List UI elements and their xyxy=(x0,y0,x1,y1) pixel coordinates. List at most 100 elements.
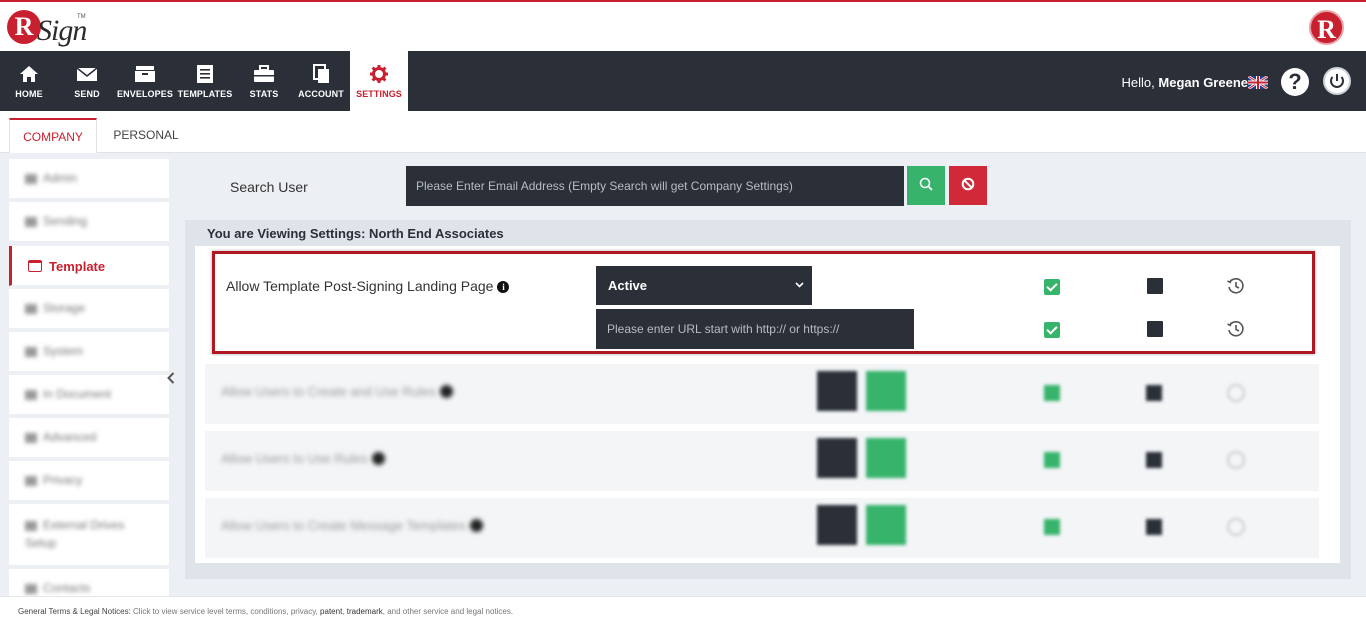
brand-bar: R Sign TM R xyxy=(0,0,1366,51)
page-body: Admin Sending Template Storage System In… xyxy=(0,153,1366,596)
calendar-icon xyxy=(28,260,42,272)
envelope-icon xyxy=(76,67,98,81)
history-icon[interactable] xyxy=(1227,451,1245,469)
uk-flag-icon[interactable] xyxy=(1248,76,1268,89)
url-override-checkbox[interactable] xyxy=(1044,322,1060,338)
settings-panel: You are Viewing Settings: North End Asso… xyxy=(185,220,1351,579)
sidebar-item-label: Admin xyxy=(25,171,77,185)
toggle-off-button[interactable] xyxy=(817,505,857,545)
sidebar-item-storage[interactable]: Storage xyxy=(9,289,169,329)
setting-label: Allow Template Post-Signing Landing Page… xyxy=(226,278,510,294)
setting-row-post-signing-landing-page: Allow Template Post-Signing Landing Page… xyxy=(212,251,1315,354)
clear-search-button[interactable] xyxy=(949,166,987,205)
setting-label: Allow Users to Create Message Templates xyxy=(221,518,483,533)
history-icon[interactable] xyxy=(1226,319,1246,339)
override-checkbox[interactable] xyxy=(1044,385,1060,401)
user-name[interactable]: Megan Greene xyxy=(1158,75,1248,90)
sidebar-item-template[interactable]: Template xyxy=(9,246,169,286)
status-select[interactable]: Active xyxy=(596,266,812,305)
rsign-logo[interactable]: R Sign TM xyxy=(7,8,87,50)
logo-r-mark: R xyxy=(7,10,41,44)
sidebar-item-label: Contacts xyxy=(25,581,90,595)
tab-company[interactable]: COMPANY xyxy=(9,118,97,153)
nav-account-label: ACCOUNT xyxy=(298,89,344,99)
setting-row-blurred: Allow Users to Create Message Templates xyxy=(205,498,1319,558)
nav-settings-label: SETTINGS xyxy=(356,89,402,99)
override-checkbox[interactable] xyxy=(1044,519,1060,535)
lock-checkbox[interactable] xyxy=(1147,278,1163,294)
footer: General Terms & Legal Notices: Click to … xyxy=(0,596,1366,625)
nav-home[interactable]: HOME xyxy=(8,51,50,111)
greeting-hello: Hello, xyxy=(1121,75,1155,90)
url-lock-checkbox[interactable] xyxy=(1147,321,1163,337)
lock-checkbox[interactable] xyxy=(1146,519,1162,535)
sidebar-item-in-document[interactable]: In Document xyxy=(9,375,169,415)
main-nav: HOME SEND ENVELOPES TEMPLATES STATS ACCO… xyxy=(0,51,1366,111)
help-icon[interactable]: ? xyxy=(1281,68,1309,96)
trademark-link[interactable]: trademark xyxy=(347,607,383,616)
sidebar-item-external-drives[interactable]: External Drives Setup xyxy=(9,504,169,566)
sidebar-item-privacy[interactable]: Privacy xyxy=(9,461,169,501)
sidebar-item-label: Sending xyxy=(25,214,87,228)
nav-stats-label: STATS xyxy=(249,89,279,99)
settings-tabs: COMPANY PERSONAL xyxy=(0,111,1366,153)
settings-sidebar: Admin Sending Template Storage System In… xyxy=(9,159,169,596)
templates-icon xyxy=(197,65,213,83)
landing-url-input[interactable] xyxy=(596,309,914,349)
sidebar-item-advanced[interactable]: Advanced xyxy=(9,418,169,458)
nav-templates[interactable]: TEMPLATES xyxy=(176,51,234,111)
settings-list: Allow Template Post-Signing Landing Page… xyxy=(195,246,1340,563)
search-user-label: Search User xyxy=(230,179,308,195)
viewing-settings-heading: You are Viewing Settings: North End Asso… xyxy=(207,226,504,241)
tab-personal[interactable]: PERSONAL xyxy=(107,118,185,153)
logo-tm: TM xyxy=(77,14,86,20)
setting-label-text: Allow Template Post-Signing Landing Page xyxy=(226,278,494,294)
nav-envelopes[interactable]: ENVELOPES xyxy=(116,51,174,111)
nav-account[interactable]: ACCOUNT xyxy=(296,51,346,111)
greeting: Hello, Megan Greene xyxy=(1122,75,1248,90)
lock-checkbox[interactable] xyxy=(1146,452,1162,468)
sidebar-item-system[interactable]: System xyxy=(9,332,169,372)
search-button[interactable] xyxy=(907,166,945,205)
patent-link[interactable]: patent xyxy=(320,607,342,616)
logout-power-icon[interactable] xyxy=(1323,67,1351,95)
home-icon xyxy=(20,66,38,82)
nav-stats[interactable]: STATS xyxy=(244,51,284,111)
nav-send[interactable]: SEND xyxy=(66,51,108,111)
history-icon[interactable] xyxy=(1227,518,1245,536)
sidebar-item-label: System xyxy=(25,344,83,358)
toggle-off-button[interactable] xyxy=(817,438,857,478)
nav-send-label: SEND xyxy=(74,89,100,99)
info-icon[interactable]: i xyxy=(497,281,510,293)
footer-title: General Terms & Legal Notices: xyxy=(18,607,131,616)
collapse-sidebar-chevron-icon[interactable] xyxy=(167,371,175,387)
sidebar-item-label: External Drives Setup xyxy=(25,518,125,550)
override-checkbox[interactable] xyxy=(1044,452,1060,468)
footer-text: Click to view service level terms, condi… xyxy=(130,607,321,616)
sidebar-item-label: Storage xyxy=(25,301,85,315)
sidebar-item-label: Advanced xyxy=(25,430,96,444)
search-icon xyxy=(919,177,933,191)
sidebar-item-contacts[interactable]: Contacts xyxy=(9,569,169,596)
history-icon[interactable] xyxy=(1226,276,1246,296)
setting-label: Allow Users to Use Rules xyxy=(221,451,385,466)
nav-home-label: HOME xyxy=(15,89,43,99)
toggle-off-button[interactable] xyxy=(817,371,857,411)
sidebar-item-sending[interactable]: Sending xyxy=(9,202,169,242)
toggle-on-button[interactable] xyxy=(866,438,906,478)
sidebar-item-admin[interactable]: Admin xyxy=(9,159,169,199)
nav-settings[interactable]: SETTINGS xyxy=(350,51,408,111)
sidebar-item-label: Template xyxy=(49,259,106,274)
history-icon[interactable] xyxy=(1227,384,1245,402)
override-checkbox[interactable] xyxy=(1044,279,1060,295)
inbox-icon xyxy=(135,66,155,82)
setting-row-blurred: Allow Users to Use Rules xyxy=(205,431,1319,491)
setting-label: Allow Users to Create and Use Rules xyxy=(221,384,453,399)
sidebar-item-label: Privacy xyxy=(25,473,82,487)
lock-checkbox[interactable] xyxy=(1146,385,1162,401)
chevron-down-icon xyxy=(795,266,804,305)
toggle-on-button[interactable] xyxy=(866,371,906,411)
toggle-on-button[interactable] xyxy=(866,505,906,545)
sidebar-item-label: In Document xyxy=(25,387,111,401)
search-email-input[interactable] xyxy=(406,166,904,206)
